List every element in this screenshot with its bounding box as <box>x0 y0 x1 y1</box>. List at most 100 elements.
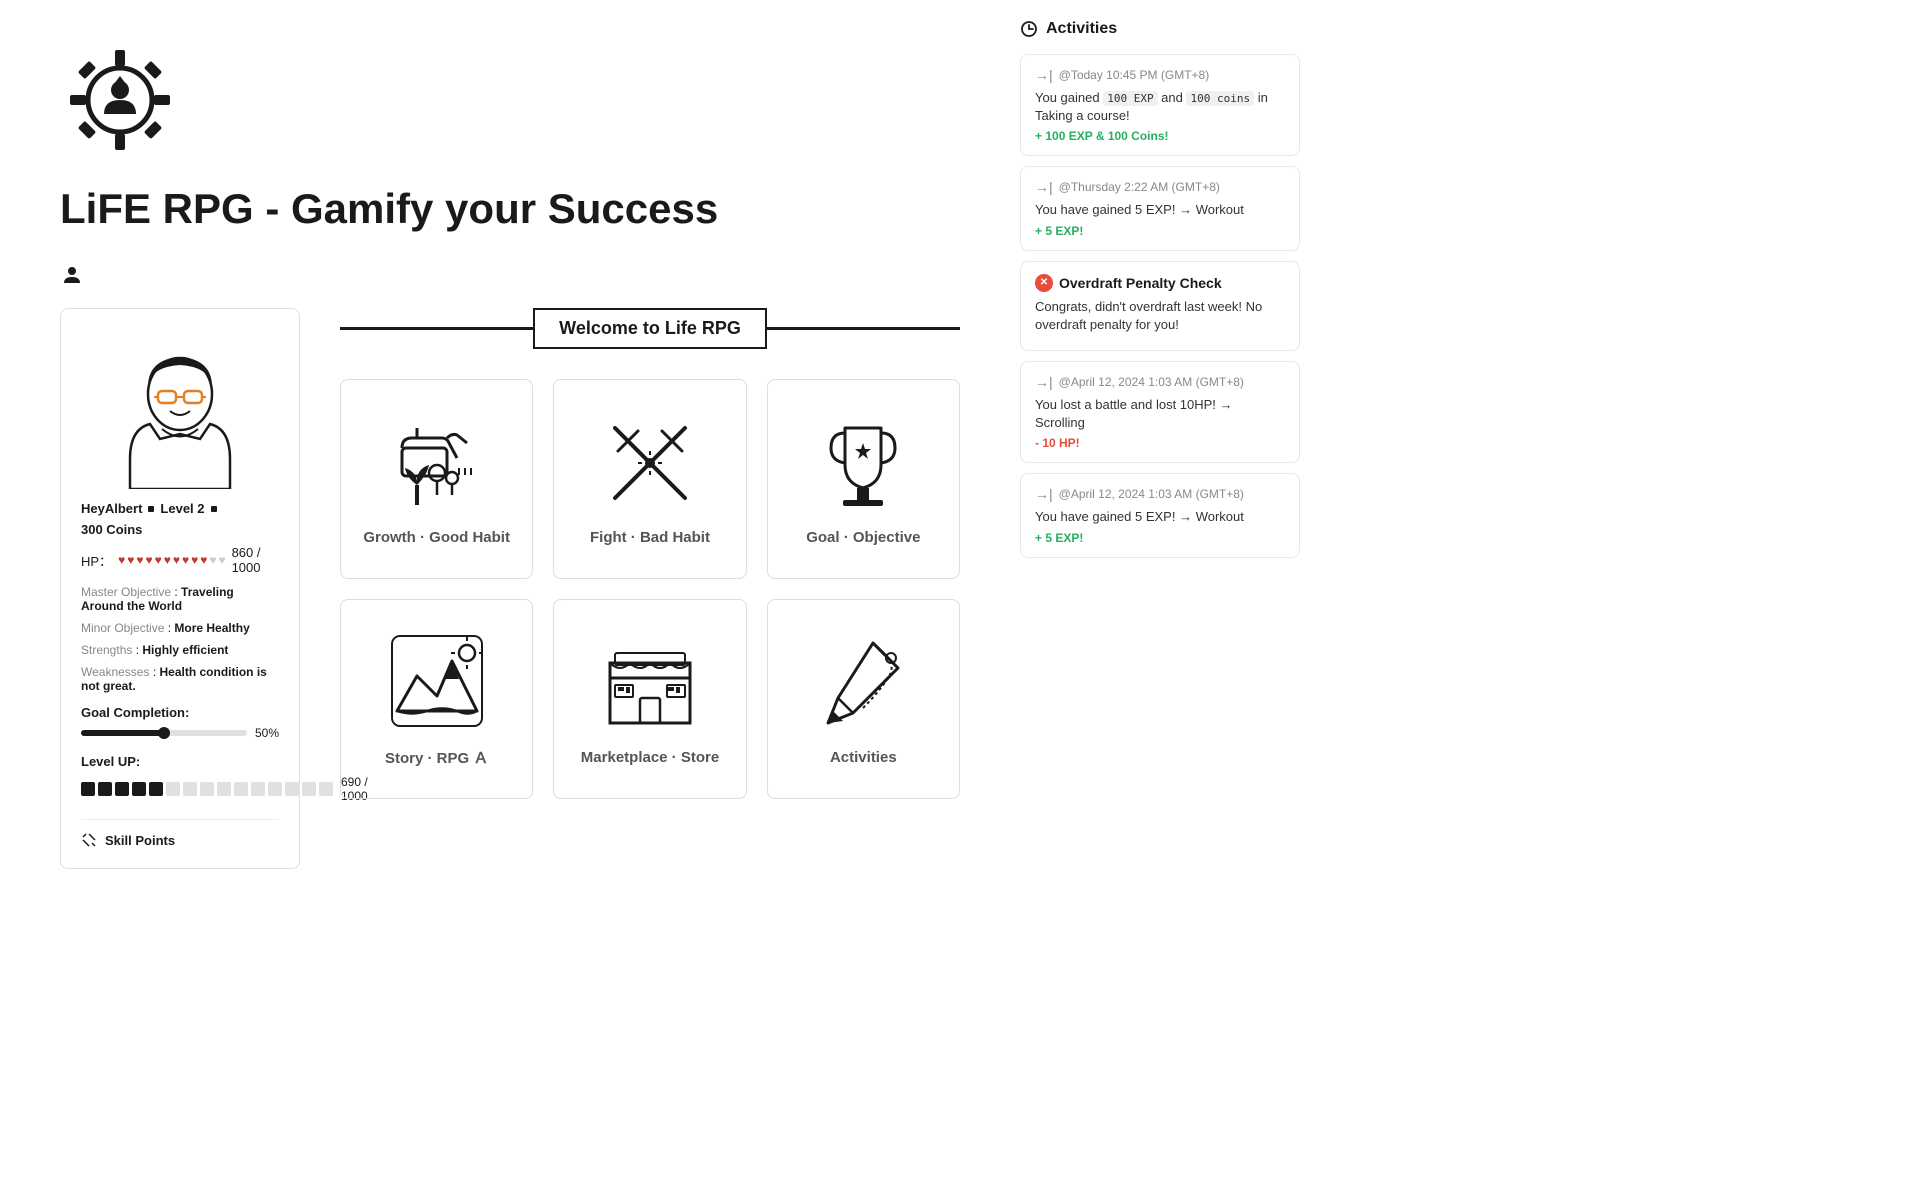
char-level: Level 2 <box>160 501 204 516</box>
card-marketplace[interactable]: Marketplace · Store <box>553 599 746 799</box>
timestamp-3-value: @April 12, 2024 1:03 AM (GMT+8) <box>1059 375 1244 389</box>
timestamp-2-value: @Thursday 2:22 AM (GMT+8) <box>1059 180 1220 194</box>
card-growth-good-habit[interactable]: Growth · Good Habit <box>340 379 533 579</box>
activities-header: Activities <box>1020 20 1300 38</box>
skill-points-label: Skill Points <box>105 833 175 848</box>
card-story-rpg[interactable]: Story · RPG Ａ <box>340 599 533 799</box>
overdraft-header: ✕ Overdraft Penalty Check <box>1035 274 1285 292</box>
lb-15 <box>319 782 333 796</box>
marketplace-icon <box>600 633 700 733</box>
lb-2 <box>98 782 112 796</box>
activity-item-4: →| @April 12, 2024 1:03 AM (GMT+8) You h… <box>1020 473 1300 557</box>
level-up-label: Level UP: <box>81 754 279 769</box>
lb-11 <box>251 782 265 796</box>
lb-14 <box>302 782 316 796</box>
char-name: HeyAlbert <box>81 501 142 516</box>
strengths-label: Strengths <box>81 643 132 657</box>
master-objective-row: Master Objective : Traveling Around the … <box>81 585 279 613</box>
activity-timestamp-4: →| @April 12, 2024 1:03 AM (GMT+8) <box>1035 486 1285 502</box>
heart-4: ♥ <box>145 553 152 567</box>
level-blocks <box>81 782 333 796</box>
lb-5 <box>149 782 163 796</box>
hp-value: 860 / 1000 <box>232 545 279 575</box>
activity-desc-3: You lost a battle and lost 10HP! → Scrol… <box>1035 396 1285 432</box>
hp-label: HP： <box>81 551 112 570</box>
lb-4 <box>132 782 146 796</box>
heart-11: ♥ <box>209 553 216 567</box>
activity-reward-1: + 100 EXP & 100 Coins! <box>1035 129 1285 143</box>
goal-progress-row: 50% <box>81 726 279 740</box>
goal-progress-thumb <box>158 727 170 739</box>
separator2 <box>211 506 217 512</box>
timestamp-1-value: @Today 10:45 PM (GMT+8) <box>1059 68 1210 82</box>
goal-progress-fill <box>81 730 164 736</box>
welcome-text: Welcome to Life RPG <box>533 308 767 349</box>
lb-9 <box>217 782 231 796</box>
lb-7 <box>183 782 197 796</box>
user-icon-row <box>60 263 960 292</box>
logo-area <box>60 40 960 165</box>
heart-6: ♥ <box>164 553 171 567</box>
skill-points-row[interactable]: Skill Points <box>81 819 279 848</box>
goal-completion-label: Goal Completion: <box>81 705 279 720</box>
lb-1 <box>81 782 95 796</box>
hp-row: HP： ♥ ♥ ♥ ♥ ♥ ♥ ♥ ♥ ♥ ♥ ♥ ♥ 860 / 1000 <box>81 545 279 575</box>
char-coins: 300 Coins <box>81 522 142 537</box>
timestamp-4-value: @April 12, 2024 1:03 AM (GMT+8) <box>1059 487 1244 501</box>
activities-clock-icon <box>1020 20 1038 38</box>
growth-icon <box>387 413 487 513</box>
lb-12 <box>268 782 282 796</box>
coins-badge-1: 100 coins <box>1186 91 1254 106</box>
heart-2: ♥ <box>127 553 134 567</box>
goal-progress-track <box>81 730 247 736</box>
user-icon <box>60 263 84 287</box>
activity-reward-2: + 5 EXP! <box>1035 224 1285 238</box>
activity-desc-1: You gained 100 EXP and 100 coins in Taki… <box>1035 89 1285 125</box>
lb-8 <box>200 782 214 796</box>
minor-objective-value: More Healthy <box>174 621 249 635</box>
card-story-label: Story · RPG Ａ <box>385 747 488 768</box>
skill-points-icon <box>81 832 97 848</box>
overdraft-title: Overdraft Penalty Check <box>1059 275 1222 291</box>
card-fight-bad-habit[interactable]: Fight · Bad Habit <box>553 379 746 579</box>
activity-item-1: →| @Today 10:45 PM (GMT+8) You gained 10… <box>1020 54 1300 156</box>
activities-panel: Activities →| @Today 10:45 PM (GMT+8) Yo… <box>1020 0 1300 1199</box>
goal-completion-section: Goal Completion: 50% <box>81 705 279 740</box>
activities-icon <box>813 633 913 733</box>
heart-10: ♥ <box>200 553 207 567</box>
arrow-icon-4: →| <box>1035 486 1053 502</box>
activity-penalty-3: - 10 HP! <box>1035 436 1285 450</box>
arrow-icon-2: →| <box>1035 179 1053 195</box>
minor-objective-label: Minor Objective <box>81 621 164 635</box>
character-avatar <box>81 329 279 489</box>
heart-8: ♥ <box>182 553 189 567</box>
strengths-row: Strengths : Highly efficient <box>81 643 279 657</box>
separator <box>148 506 154 512</box>
card-goal-objective[interactable]: Goal · Objective <box>767 379 960 579</box>
char-name-row: HeyAlbert Level 2 300 Coins <box>81 501 279 537</box>
goal-progress-percent: 50% <box>255 726 279 740</box>
activity-reward-4: + 5 EXP! <box>1035 531 1285 545</box>
lb-10 <box>234 782 248 796</box>
cards-grid: Growth · Good Habit <box>340 379 960 799</box>
welcome-line-right <box>767 327 960 330</box>
activity-item-3: →| @April 12, 2024 1:03 AM (GMT+8) You l… <box>1020 361 1300 463</box>
weaknesses-label: Weaknesses <box>81 665 149 679</box>
arrow-icon-3: →| <box>1035 374 1053 390</box>
app-logo <box>60 40 180 160</box>
activity-desc-2: You have gained 5 EXP! → Workout <box>1035 201 1285 219</box>
character-card: HeyAlbert Level 2 300 Coins HP： ♥ ♥ ♥ ♥ … <box>60 308 300 869</box>
heart-3: ♥ <box>136 553 143 567</box>
card-activities[interactable]: Activities <box>767 599 960 799</box>
lb-3 <box>115 782 129 796</box>
level-up-section: Level UP: <box>81 754 279 803</box>
activity-timestamp-3: →| @April 12, 2024 1:03 AM (GMT+8) <box>1035 374 1285 390</box>
card-marketplace-label: Marketplace · Store <box>581 749 719 766</box>
master-objective-label: Master Objective <box>81 585 171 599</box>
lb-13 <box>285 782 299 796</box>
heart-12: ♥ <box>218 553 225 567</box>
card-activities-label: Activities <box>830 749 897 766</box>
activity-timestamp-1: →| @Today 10:45 PM (GMT+8) <box>1035 67 1285 83</box>
story-icon <box>387 631 487 731</box>
heart-5: ♥ <box>155 553 162 567</box>
